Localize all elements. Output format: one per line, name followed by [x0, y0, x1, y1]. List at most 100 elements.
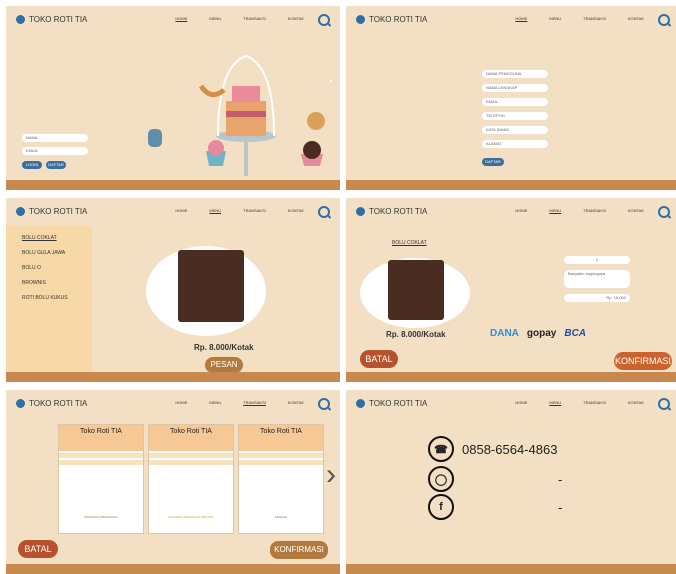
nav-kontak[interactable]: KONTAK	[288, 16, 304, 21]
logo-icon	[16, 15, 25, 24]
nav-kontak[interactable]: KONTAK	[288, 208, 304, 213]
register-panel: TOKO ROTI TIA HOME MENU TRANSAKSI KONTAK…	[346, 6, 676, 190]
order-panel: TOKO ROTI TIA HOME MENU TRANSAKSI KONTAK…	[346, 198, 676, 382]
footer-bar	[346, 564, 676, 574]
instagram-contact[interactable]: ◯ -	[428, 466, 562, 492]
nav-transaksi[interactable]: TRANSAKSI	[583, 16, 606, 21]
login-panel: TOKO ROTI TIA HOME MENU TRANSAKSI KONTAK…	[6, 6, 340, 190]
nav-menu[interactable]: MENU	[549, 208, 561, 213]
email-input[interactable]: EMAIL	[22, 147, 88, 155]
quantity-input[interactable]: 2	[564, 256, 630, 264]
gopay-option[interactable]: gopay	[527, 328, 556, 339]
receipt-card[interactable]: Toko Roti TIA PESANAN DIBATALKAN	[58, 424, 144, 534]
search-icon[interactable]	[318, 14, 330, 26]
receipt-status: SELESAI	[274, 515, 288, 519]
register-button[interactable]: DAFTAR	[46, 161, 66, 169]
nav-transaksi[interactable]: TRANSAKSI	[243, 400, 266, 405]
brand-logo[interactable]: TOKO ROTI TIA	[356, 15, 427, 24]
receipt-card[interactable]: Toko Roti TIA SELESAI	[238, 424, 324, 534]
nav-transaksi[interactable]: TRANSAKSI	[243, 208, 266, 213]
brand-logo[interactable]: TOKO ROTI TIA	[356, 399, 427, 408]
name-input[interactable]: NAMA	[22, 134, 88, 142]
nav-bar: HOME MENU TRANSAKSI KONTAK	[175, 16, 304, 21]
footer-bar	[6, 564, 340, 574]
product-image	[388, 260, 444, 320]
logo-icon	[16, 207, 25, 216]
footer-bar	[346, 372, 676, 382]
search-icon[interactable]	[318, 206, 330, 218]
cancel-button[interactable]: BATAL	[360, 350, 398, 368]
nav-menu[interactable]: MENU	[209, 208, 221, 213]
nav-home[interactable]: HOME	[175, 400, 187, 405]
login-button[interactable]: LOGIN	[22, 161, 42, 169]
nav-kontak[interactable]: KONTAK	[628, 208, 644, 213]
search-icon[interactable]	[658, 398, 670, 410]
nav-menu[interactable]: MENU	[209, 400, 221, 405]
nav-bar: HOME MENU TRANSAKSI KONTAK	[175, 400, 304, 405]
total-field: Rp. 16.000	[564, 294, 630, 302]
category-item[interactable]: BOLU O	[22, 265, 92, 271]
nav-transaksi[interactable]: TRANSAKSI	[583, 208, 606, 213]
product-image	[178, 250, 244, 322]
fullname-input[interactable]: NAMA LENGKAP	[482, 84, 548, 92]
instagram-icon: ◯	[428, 466, 454, 492]
nav-home[interactable]: HOME	[515, 400, 527, 405]
transaction-panel: TOKO ROTI TIA HOME MENU TRANSAKSI KONTAK…	[6, 390, 340, 574]
cake-illustration	[148, 54, 332, 176]
nav-transaksi[interactable]: TRANSAKSI	[583, 400, 606, 405]
chevron-right-icon[interactable]: ›	[326, 458, 336, 492]
category-item[interactable]: ROTI BOLU KUKUS	[22, 295, 92, 301]
phone-contact[interactable]: ☎ 0858-6564-4863	[428, 436, 557, 462]
nav-menu[interactable]: MENU	[549, 16, 561, 21]
whatsapp-icon: ☎	[428, 436, 454, 462]
phone-input[interactable]: TELEPON	[482, 112, 548, 120]
search-icon[interactable]	[658, 14, 670, 26]
payment-methods: DANA gopay BCA	[490, 328, 586, 339]
footer-bar	[346, 180, 676, 190]
nav-home[interactable]: HOME	[175, 208, 187, 213]
nav-home[interactable]: HOME	[515, 208, 527, 213]
logo-icon	[356, 15, 365, 24]
password-input[interactable]: KATA SANDI	[482, 126, 548, 134]
facebook-contact[interactable]: f-	[428, 494, 562, 520]
confirm-button[interactable]: KONFIRMASI	[614, 352, 672, 370]
receipt-title: Toko Roti TIA	[149, 425, 233, 451]
order-button[interactable]: PESAN	[205, 357, 243, 373]
brand-logo[interactable]: TOKO ROTI TIA	[16, 15, 87, 24]
nav-home[interactable]: HOME	[175, 16, 187, 21]
receipt-card[interactable]: Toko Roti TIA PESANAN SEDANG DI PROSES	[148, 424, 234, 534]
category-item[interactable]: BOLU GULA JAWA	[22, 250, 92, 256]
nav-transaksi[interactable]: TRANSAKSI	[243, 16, 266, 21]
logo-icon	[356, 399, 365, 408]
search-icon[interactable]	[658, 206, 670, 218]
nav-menu[interactable]: MENU	[209, 16, 221, 21]
brand-logo[interactable]: TOKO ROTI TIA	[16, 399, 87, 408]
footer-bar	[6, 180, 340, 190]
confirm-button[interactable]: KONFIRMASI	[270, 541, 328, 559]
address-input[interactable]: ALAMAT	[482, 140, 548, 148]
nav-menu[interactable]: MENU	[549, 400, 561, 405]
receipt-title: Toko Roti TIA	[239, 425, 323, 451]
logo-icon	[356, 207, 365, 216]
nav-home[interactable]: HOME	[515, 16, 527, 21]
category-item[interactable]: BROWNIS	[22, 280, 92, 286]
cancel-button[interactable]: BATAL	[18, 540, 58, 558]
nav-kontak[interactable]: KONTAK	[628, 400, 644, 405]
nav-kontak[interactable]: KONTAK	[628, 16, 644, 21]
dana-option[interactable]: DANA	[490, 328, 519, 339]
bca-option[interactable]: BCA	[564, 328, 586, 339]
brand-logo[interactable]: TOKO ROTI TIA	[356, 207, 427, 216]
product-title: BOLU COKLAT	[392, 240, 427, 246]
search-icon[interactable]	[318, 398, 330, 410]
brand-logo[interactable]: TOKO ROTI TIA	[16, 207, 87, 216]
nav-bar: HOME MENU TRANSAKSI KONTAK	[515, 16, 644, 21]
note-input[interactable]: Banyakin toppingnya	[564, 270, 630, 288]
nav-kontak[interactable]: KONTAK	[288, 400, 304, 405]
register-button[interactable]: DAFTAR	[482, 158, 504, 166]
receipt-status: PESANAN SEDANG DI PROSES	[168, 515, 214, 519]
category-item[interactable]: BOLU COKLAT	[22, 235, 92, 241]
username-input[interactable]: NAMA PENGGUNA	[482, 70, 548, 78]
product-price: Rp. 8.000/Kotak	[386, 330, 446, 339]
email-input[interactable]: EMAIL	[482, 98, 548, 106]
facebook-icon: f	[428, 494, 454, 520]
